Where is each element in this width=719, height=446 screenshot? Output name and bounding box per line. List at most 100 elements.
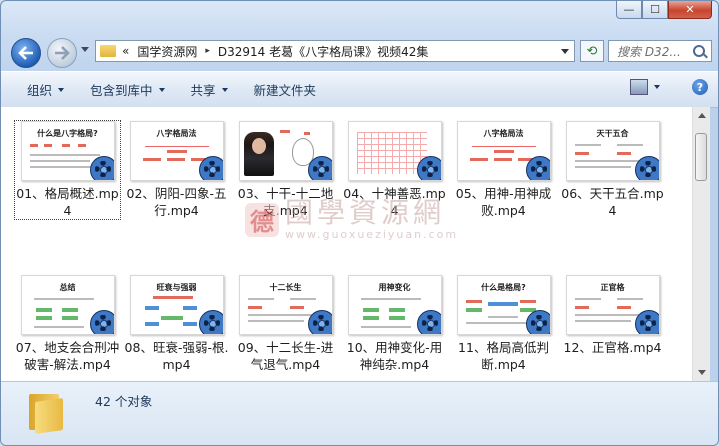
close-button[interactable]: ✕	[668, 1, 712, 19]
thumbnail-title: 总结	[59, 283, 76, 292]
thumbnail-title: 天干五合	[596, 129, 629, 138]
video-thumbnail: 什么是格局?	[456, 275, 551, 335]
chevron-down-icon	[58, 87, 65, 92]
file-item[interactable]: 十二长生 09、十二长生-进气退气.mp4	[233, 275, 338, 373]
file-item[interactable]: 八字格局法 02、阴阳-四象-五行.mp4	[124, 121, 229, 219]
thumbnail-title: 八字格局法	[483, 129, 524, 138]
recent-pages-dropdown[interactable]	[81, 47, 89, 52]
file-name: 11、格局高低判断.mp4	[458, 340, 549, 372]
file-list[interactable]: 什么是八字格局? 01、格局概述.mp4 八字格局法 02、阴阳-四象-五行.mp4 0…	[1, 107, 692, 381]
video-reel-icon	[307, 156, 332, 180]
thumbnail-title: 用神变化	[378, 283, 411, 292]
breadcrumb-separator-icon[interactable]: ▸	[205, 46, 210, 56]
search-placeholder: 搜索 D32...	[617, 44, 681, 59]
file-item[interactable]: 04、十神善恶.mp4	[342, 121, 447, 219]
file-item[interactable]: 03、十干-十二地支.mp4	[233, 121, 338, 219]
change-view-icon[interactable]	[630, 79, 648, 95]
video-thumbnail: 天干五合	[565, 121, 660, 181]
chevron-down-icon	[221, 87, 228, 92]
file-name: 07、地支会合刑冲破害-解法.mp4	[15, 340, 120, 372]
new-folder-label: 新建文件夹	[253, 83, 317, 98]
video-thumbnail: 总结	[20, 275, 115, 335]
file-item[interactable]: 正官格 12、正官格.mp4	[560, 275, 665, 356]
file-name: 06、天干五合.mp4	[561, 186, 664, 218]
file-name: 02、阴阳-四象-五行.mp4	[126, 186, 227, 218]
video-reel-icon	[525, 310, 550, 334]
view-options-dropdown-icon[interactable]	[654, 85, 660, 89]
refresh-button[interactable]: ⟲	[580, 40, 604, 62]
file-name: 03、十干-十二地支.mp4	[237, 186, 334, 218]
scroll-down-icon[interactable]	[698, 370, 706, 375]
scroll-thumb[interactable]	[695, 133, 707, 181]
scroll-up-icon[interactable]	[698, 113, 706, 118]
share-label: 共享	[190, 83, 216, 98]
video-reel-icon	[89, 310, 114, 334]
details-pane: 42 个对象	[1, 381, 718, 445]
minimize-button[interactable]: —	[616, 1, 642, 19]
back-arrow-icon	[18, 46, 33, 60]
file-item[interactable]: 旺衰与强弱 08、旺衰-强弱-根.mp4	[124, 275, 229, 373]
video-thumbnail: 八字格局法	[129, 121, 224, 181]
video-reel-icon	[416, 310, 441, 334]
video-reel-icon	[525, 156, 550, 180]
file-name: 08、旺衰-强弱-根.mp4	[124, 340, 229, 372]
thumbnail-title: 八字格局法	[156, 129, 197, 138]
video-reel-icon	[198, 156, 223, 180]
file-item[interactable]: 八字格局法 05、用神-用神成败.mp4	[451, 121, 556, 219]
forward-arrow-icon	[55, 46, 70, 60]
video-reel-icon	[634, 310, 659, 334]
command-bar: 组织 包含到库中 共享 新建文件夹 ?	[1, 71, 718, 108]
address-chevron[interactable]: «	[122, 44, 129, 58]
address-bar[interactable]: « 国学资源网 ▸ D32914 老葛《八字格局课》视频42集	[95, 40, 575, 62]
video-thumbnail: 旺衰与强弱	[129, 275, 224, 335]
video-reel-icon	[307, 310, 332, 334]
toolbar-right: ?	[630, 79, 708, 95]
search-icon	[693, 45, 705, 57]
file-name: 05、用神-用神成败.mp4	[455, 186, 552, 218]
video-thumbnail: 八字格局法	[456, 121, 551, 181]
file-item[interactable]: 什么是格局? 11、格局高低判断.mp4	[451, 275, 556, 373]
breadcrumb-root[interactable]: 国学资源网	[137, 43, 197, 60]
file-name: 04、十神善恶.mp4	[343, 186, 446, 218]
include-library-label: 包含到库中	[90, 83, 153, 98]
breadcrumb-current[interactable]: D32914 老葛《八字格局课》视频42集	[218, 43, 429, 60]
video-thumbnail: 什么是八字格局?	[20, 121, 115, 181]
thumbnail-title: 旺衰与强弱	[156, 283, 197, 292]
include-in-library-menu[interactable]: 包含到库中	[90, 80, 165, 99]
back-button[interactable]	[11, 38, 41, 68]
organize-menu[interactable]: 组织	[27, 80, 65, 99]
file-item[interactable]: 天干五合 06、天干五合.mp4	[560, 121, 665, 219]
folder-icon	[100, 45, 116, 57]
refresh-icon: ⟲	[586, 43, 598, 59]
search-input[interactable]: 搜索 D32...	[608, 40, 712, 62]
chevron-down-icon	[158, 87, 165, 92]
folder-large-icon	[29, 390, 65, 434]
maximize-button[interactable]: ☐	[642, 1, 668, 19]
item-count: 42 个对象	[95, 394, 153, 409]
thumbnail-title: 十二长生	[269, 283, 302, 292]
explorer-window: — ☐ ✕ « 国学资源网 ▸ D32914 老葛《八字格局课》视频42集 ⟲ …	[0, 0, 719, 446]
file-name: 12、正官格.mp4	[563, 340, 662, 355]
file-name: 01、格局概述.mp4	[16, 186, 119, 218]
vertical-scrollbar[interactable]	[692, 107, 710, 381]
address-dropdown-icon[interactable]	[561, 49, 569, 54]
thumbnail-title: 什么是格局?	[481, 283, 526, 292]
help-icon[interactable]: ?	[692, 79, 708, 95]
video-thumbnail: 用神变化	[347, 275, 442, 335]
forward-button[interactable]	[47, 38, 77, 68]
thumbnail-title: 正官格	[600, 283, 625, 292]
file-item[interactable]: 用神变化 10、用神变化-用神纯杂.mp4	[342, 275, 447, 373]
video-thumbnail: 正官格	[565, 275, 660, 335]
new-folder-button[interactable]: 新建文件夹	[254, 80, 317, 99]
file-name: 09、十二长生-进气退气.mp4	[237, 340, 334, 372]
video-thumbnail: 十二长生	[238, 275, 333, 335]
video-thumbnail	[347, 121, 442, 181]
file-item[interactable]: 总结 07、地支会合刑冲破害-解法.mp4	[15, 275, 120, 373]
video-reel-icon	[89, 156, 114, 180]
file-name: 10、用神变化-用神纯杂.mp4	[346, 340, 443, 372]
share-menu[interactable]: 共享	[191, 80, 228, 99]
file-item[interactable]: 什么是八字格局? 01、格局概述.mp4	[14, 120, 121, 220]
video-reel-icon	[634, 156, 659, 180]
organize-label: 组织	[27, 83, 53, 98]
video-reel-icon	[416, 156, 441, 180]
